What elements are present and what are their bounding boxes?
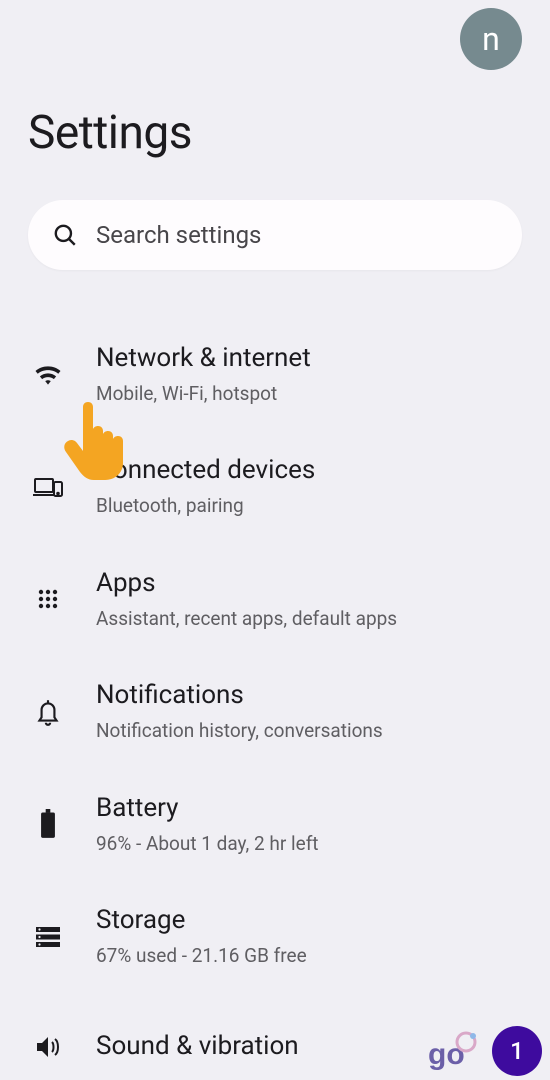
item-subtitle: Mobile, Wi-Fi, hotspot <box>96 382 522 407</box>
wifi-icon <box>28 354 68 394</box>
item-connected-devices[interactable]: Connected devices Bluetooth, pairing <box>28 430 522 542</box>
item-title: Notifications <box>96 679 522 713</box>
item-notifications[interactable]: Notifications Notification history, conv… <box>28 655 522 767</box>
storage-icon <box>28 917 68 957</box>
item-title: Connected devices <box>96 454 522 488</box>
search-settings-bar[interactable]: Search settings <box>28 200 522 270</box>
bell-icon <box>28 692 68 732</box>
apps-grid-icon <box>28 579 68 619</box>
devices-icon <box>28 467 68 507</box>
volume-icon <box>28 1027 68 1067</box>
battery-icon <box>28 804 68 844</box>
go-text: go <box>428 1038 465 1071</box>
item-subtitle: 67% used - 21.16 GB free <box>96 944 522 969</box>
item-title: Storage <box>96 904 522 938</box>
item-subtitle: Assistant, recent apps, default apps <box>96 607 522 632</box>
item-storage[interactable]: Storage 67% used - 21.16 GB free <box>28 880 522 992</box>
avatar[interactable]: n <box>460 8 522 70</box>
notification-badge[interactable]: 1 <box>492 1026 542 1076</box>
item-subtitle: Notification history, conversations <box>96 719 522 744</box>
item-title: Network & internet <box>96 342 522 376</box>
item-subtitle: 96% - About 1 day, 2 hr left <box>96 832 522 857</box>
go-widget[interactable]: go <box>424 1028 480 1076</box>
item-subtitle: Bluetooth, pairing <box>96 494 522 519</box>
search-placeholder: Search settings <box>96 221 261 249</box>
item-network-internet[interactable]: Network & internet Mobile, Wi-Fi, hotspo… <box>28 318 522 430</box>
top-bar: n <box>28 0 522 70</box>
page-title: Settings <box>28 106 522 160</box>
item-title: Apps <box>96 567 522 601</box>
item-apps[interactable]: Apps Assistant, recent apps, default app… <box>28 543 522 655</box>
search-icon <box>52 222 78 248</box>
item-battery[interactable]: Battery 96% - About 1 day, 2 hr left <box>28 768 522 880</box>
item-title: Battery <box>96 792 522 826</box>
settings-list: Network & internet Mobile, Wi-Fi, hotspo… <box>28 318 522 1080</box>
